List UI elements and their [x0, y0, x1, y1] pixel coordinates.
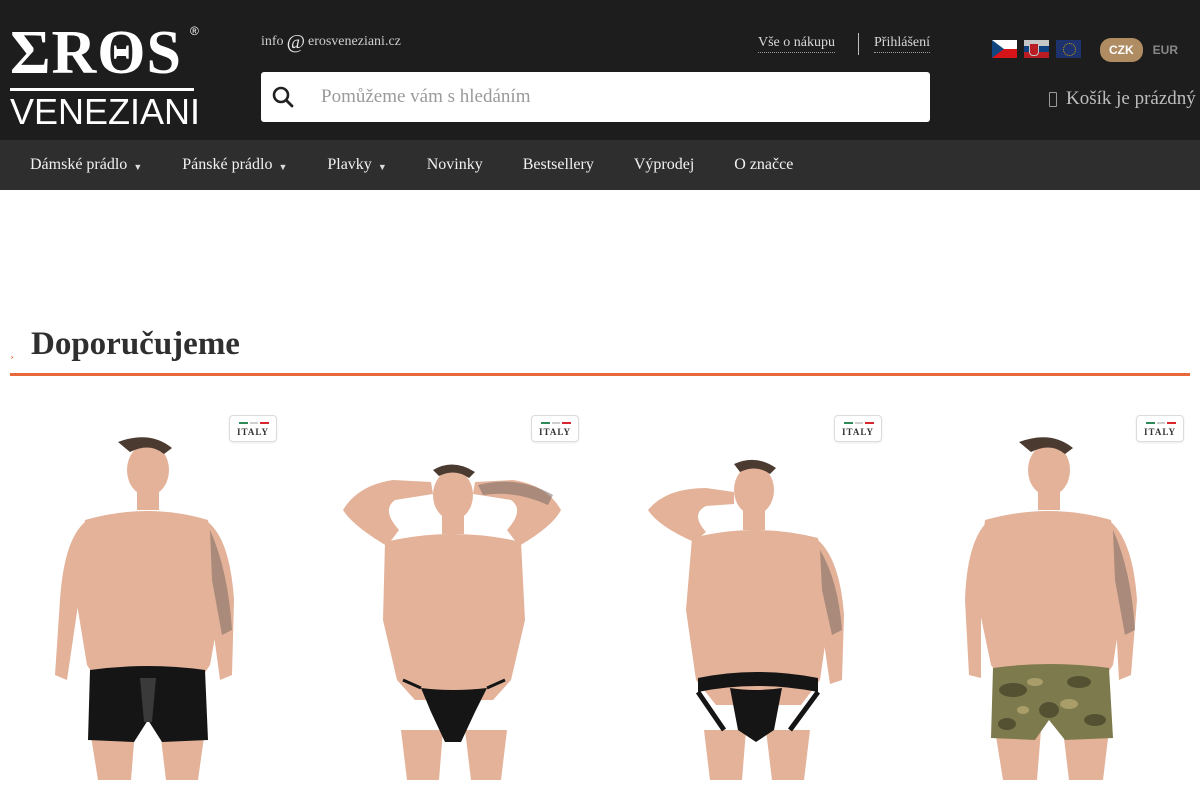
eu-flag-icon[interactable]	[1056, 40, 1081, 58]
nav-item-swimwear[interactable]: Plavky ▼	[307, 156, 406, 174]
contact-email[interactable]: info @ erosveneziani.cz	[261, 31, 401, 53]
product-image[interactable]	[606, 430, 888, 780]
top-links-divider	[858, 33, 859, 55]
email-domain: erosveneziani.cz	[307, 34, 401, 49]
main-navigation: Dámské prádlo ▼ Pánské prádlo ▼ Plavky ▼…	[0, 140, 1200, 190]
nav-item-new[interactable]: Novinky	[407, 156, 503, 174]
logo-veneziani-text: VENEZIANI	[10, 91, 201, 132]
caret-down-icon: ▼	[133, 161, 143, 172]
nav-item-mens-underwear[interactable]: Pánské prádlo ▼	[162, 156, 307, 174]
search-box	[261, 72, 930, 122]
nav-item-label: Dámské prádlo	[30, 156, 128, 173]
caret-down-icon: ▼	[278, 161, 288, 172]
product-card[interactable]: ITALY	[0, 410, 282, 800]
cart[interactable]: Košík je prázdný	[1049, 88, 1196, 110]
search-input[interactable]	[321, 72, 921, 122]
login-link[interactable]: Přihlášení	[874, 35, 930, 53]
section-divider	[10, 373, 1190, 376]
nav-item-label: Novinky	[426, 156, 483, 173]
nav-item-label: O značce	[734, 156, 794, 173]
email-prefix: info	[261, 34, 284, 49]
section-heading: ¸ Doporučujeme	[10, 326, 240, 363]
caret-down-icon: ▼	[377, 161, 387, 172]
search-icon[interactable]	[272, 86, 294, 108]
section-title: Doporučujeme	[31, 326, 240, 362]
nav-item-about-brand[interactable]: O značce	[714, 156, 813, 174]
nav-item-label: Bestsellery	[522, 156, 594, 173]
sk-flag-icon[interactable]	[1024, 40, 1049, 58]
nav-item-label: Výprodej	[633, 156, 695, 173]
product-grid: ITALY ITALY ITALY ITALY	[0, 410, 1200, 800]
logo-eros-text: ΣRΘS	[10, 19, 183, 87]
product-image[interactable]	[0, 430, 282, 780]
product-card[interactable]: ITALY	[909, 410, 1191, 800]
top-links: Vše o nákupu Přihlášení	[758, 33, 930, 55]
currency-czk-button[interactable]: CZK	[1100, 38, 1143, 62]
at-icon: @	[286, 31, 305, 53]
nav-item-sale[interactable]: Výprodej	[614, 156, 714, 174]
nav-item-label: Pánské prádlo	[182, 156, 273, 173]
cart-icon	[1049, 91, 1057, 107]
product-image[interactable]	[909, 430, 1191, 780]
nav-item-womens-lingerie[interactable]: Dámské prádlo ▼	[10, 156, 162, 174]
cz-flag-icon[interactable]	[992, 40, 1017, 58]
cart-label: Košík je prázdný	[1066, 88, 1196, 109]
nav-item-label: Plavky	[327, 156, 372, 173]
product-card[interactable]: ITALY	[606, 410, 888, 800]
heading-mark: ¸	[10, 345, 14, 359]
logo[interactable]: ΣRΘS ® VENEZIANI	[10, 22, 202, 132]
site-header: ΣRΘS ® VENEZIANI info @ erosveneziani.cz…	[0, 0, 1200, 140]
product-card[interactable]: ITALY	[303, 410, 585, 800]
product-image[interactable]	[303, 430, 585, 780]
currency-eur-button[interactable]: EUR	[1153, 38, 1178, 62]
logo-registered-mark: ®	[190, 24, 199, 38]
nav-item-bestsellers[interactable]: Bestsellery	[503, 156, 614, 174]
language-switcher	[992, 40, 1081, 58]
currency-switcher: CZK EUR	[1100, 38, 1178, 62]
about-shopping-link[interactable]: Vše o nákupu	[758, 35, 835, 53]
